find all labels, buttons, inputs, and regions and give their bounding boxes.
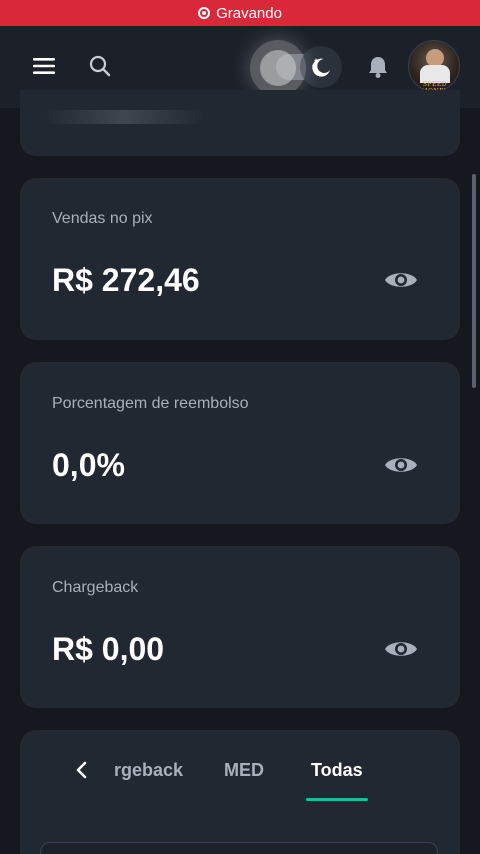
blurred-content — [44, 110, 204, 124]
hamburger-menu-icon[interactable] — [30, 52, 58, 80]
refund-percentage-card: Porcentagem de reembolso 0,0% — [20, 362, 460, 524]
card-value: R$ 272,46 — [52, 262, 200, 298]
partial-card — [20, 90, 460, 156]
card-value: 0,0% — [52, 447, 125, 483]
pix-sales-card: Vendas no pix R$ 272,46 — [20, 178, 460, 340]
bell-icon[interactable] — [364, 52, 392, 82]
recording-indicator: Gravando — [0, 0, 480, 26]
touch-indicator — [250, 40, 306, 96]
tab-todas[interactable]: Todas — [311, 760, 363, 781]
tab-med[interactable]: MED — [224, 760, 264, 781]
card-value: R$ 0,00 — [52, 631, 165, 667]
search-icon[interactable] — [86, 52, 114, 80]
active-tab-indicator — [306, 798, 368, 801]
transactions-list-box — [40, 842, 438, 854]
moon-stars-icon[interactable] — [300, 46, 342, 88]
chevron-left-icon[interactable] — [74, 760, 90, 780]
tab-chargeback[interactable]: rgeback — [114, 760, 183, 781]
chargeback-card: Chargeback R$ 0,00 — [20, 546, 460, 708]
card-label: Chargeback — [52, 579, 139, 596]
eye-icon[interactable] — [384, 637, 418, 661]
scrollbar[interactable] — [472, 174, 476, 388]
eye-icon[interactable] — [384, 453, 418, 477]
record-icon — [198, 7, 211, 19]
card-label: Vendas no pix — [52, 210, 153, 227]
eye-icon[interactable] — [384, 268, 418, 292]
recording-label: Gravando — [216, 4, 282, 22]
transactions-tabs-card: rgeback MED Todas — [20, 730, 460, 854]
avatar[interactable]: SPEED MONEY — [408, 40, 460, 92]
card-label: Porcentagem de reembolso — [52, 395, 249, 412]
